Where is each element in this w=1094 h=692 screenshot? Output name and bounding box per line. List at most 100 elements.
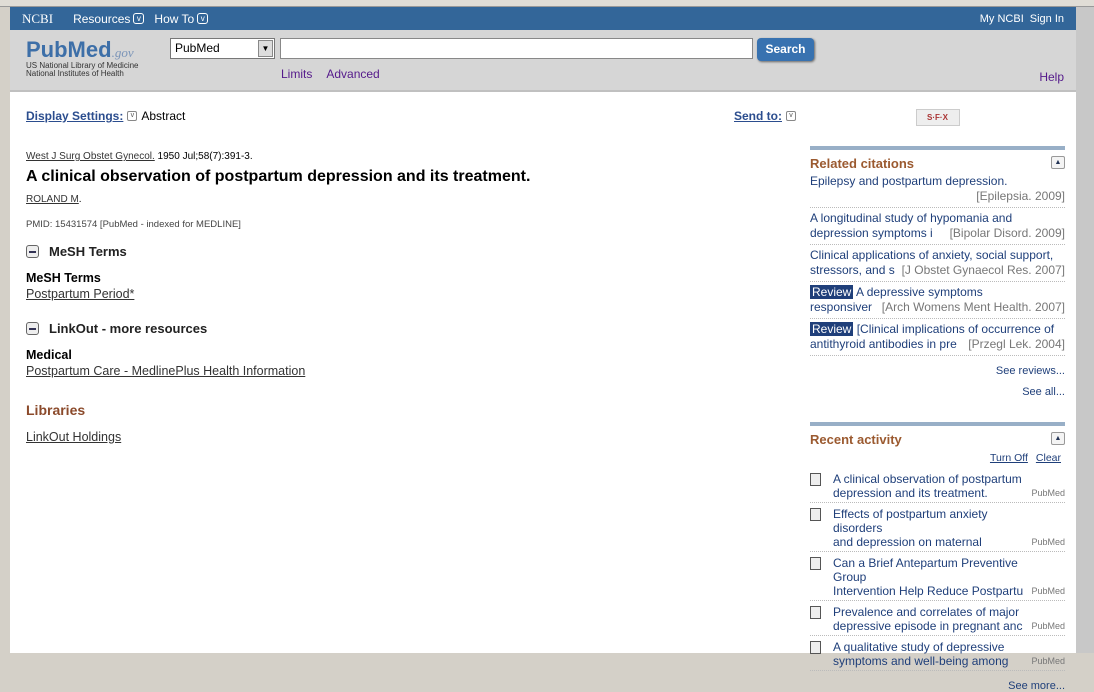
recent-title-line1[interactable]: Effects of postpartum anxiety disorders (833, 507, 988, 535)
citation-source: [Arch Womens Ment Health. 2007] (881, 300, 1065, 314)
citation-title-line2[interactable]: depression symptoms i (810, 226, 933, 240)
my-ncbi-link[interactable]: My NCBI (980, 13, 1024, 25)
search-header: PubMed.gov US National Library of Medici… (10, 30, 1076, 92)
recent-activity: Recent activity ▲ Turn Off Clear A clinic… (810, 422, 1065, 692)
citation-title-line1[interactable]: Clinical applications of anxiety, social… (810, 248, 1053, 262)
ncbi-logo[interactable]: NCBI (22, 11, 53, 27)
citation-title-line1[interactable]: A depressive symptoms (856, 285, 983, 299)
pubmed-logo[interactable]: PubMed.gov US National Library of Medici… (26, 37, 139, 79)
see-all-link[interactable]: See all... (810, 386, 1065, 398)
recent-title-line2[interactable]: symptoms and well-being among (833, 654, 1008, 668)
citation-title-line1[interactable]: [Clinical implications of occurrence of (857, 322, 1054, 336)
display-settings-link[interactable]: Display Settings: (26, 109, 123, 123)
citation-title-line2[interactable]: stressors, and s (810, 263, 895, 277)
document-icon (810, 606, 821, 619)
logo-gov: .gov (111, 45, 134, 60)
mesh-subheader: MeSH Terms (26, 271, 101, 285)
recent-title-line1[interactable]: A qualitative study of depressive (833, 640, 1004, 654)
recent-source: PubMed (1031, 656, 1065, 666)
article-title: A clinical observation of postpartum dep… (26, 168, 531, 185)
citation-title-line2[interactable]: responsiver (810, 300, 872, 314)
collapse-icon (26, 322, 39, 335)
database-value: PubMed (175, 41, 220, 55)
review-badge: Review (810, 322, 854, 336)
linkout-holdings-link[interactable]: LinkOut Holdings (26, 430, 796, 444)
limits-link[interactable]: Limits (281, 67, 312, 81)
related-citation[interactable]: Clinical applications of anxiety, social… (810, 245, 1065, 282)
database-select[interactable]: PubMed ▼ (170, 38, 275, 59)
recent-title-line1[interactable]: Prevalence and correlates of major (833, 605, 1019, 619)
citation-title-line1[interactable]: Epilepsy and postpartum depression. (810, 174, 1007, 188)
resources-menu[interactable]: Resources v (73, 12, 145, 26)
citation-source: [Bipolar Disord. 2009] (949, 226, 1065, 240)
recent-title-line2[interactable]: and depression on maternal (833, 535, 982, 549)
recent-title-line1[interactable]: Can a Brief Antepartum Preventive Group (833, 556, 1018, 584)
linkout-subheader: Medical (26, 348, 72, 362)
related-citation[interactable]: A longitudinal study of hypomania and dep… (810, 208, 1065, 245)
see-reviews-link[interactable]: See reviews... (810, 365, 1065, 377)
search-input[interactable] (280, 38, 753, 59)
sfx-button[interactable]: S·F·X (915, 109, 960, 126)
clear-link[interactable]: Clear (1036, 452, 1061, 464)
browser-edge (0, 0, 1094, 7)
org-line-2: National Institutes of Health (26, 69, 124, 78)
turn-off-link[interactable]: Turn Off (990, 452, 1028, 464)
journal-link[interactable]: West J Surg Obstet Gynecol. (26, 151, 155, 162)
recent-title-line2[interactable]: Intervention Help Reduce Postpartu (833, 584, 1023, 598)
citation-details: 1950 Jul;58(7):391-3. (154, 151, 253, 162)
advanced-link[interactable]: Advanced (326, 67, 379, 81)
recent-item[interactable]: Prevalence and correlates of major depres… (810, 601, 1065, 636)
related-citation[interactable]: Review [Clinical implications of occurre… (810, 319, 1065, 356)
recent-item[interactable]: A qualitative study of depressive symptom… (810, 636, 1065, 671)
scrollbar[interactable] (1076, 7, 1094, 653)
help-link[interactable]: Help (1039, 70, 1064, 84)
mesh-header: MeSH Terms (49, 244, 127, 259)
collapse-up-icon[interactable]: ▲ (1051, 432, 1065, 445)
related-citation[interactable]: Review A depressive symptoms responsiver [… (810, 282, 1065, 319)
recent-item[interactable]: Can a Brief Antepartum Preventive Group I… (810, 552, 1065, 601)
mesh-term-link[interactable]: Postpartum Period* (26, 287, 796, 301)
citation-title-line2[interactable]: antithyroid antibodies in pre (810, 337, 957, 351)
recent-title-line2[interactable]: depression and its treatment. (833, 486, 988, 500)
collapse-up-icon[interactable]: ▲ (1051, 156, 1065, 169)
document-icon (810, 641, 821, 654)
main-content: Display Settings: v Abstract Send to: v Wes… (26, 109, 796, 444)
sign-in-link[interactable]: Sign In (1030, 13, 1064, 25)
document-icon (810, 473, 821, 486)
mesh-section-toggle[interactable]: MeSH Terms (26, 244, 796, 259)
chevron-down-icon: v (197, 13, 209, 24)
recent-source: PubMed (1031, 621, 1065, 631)
related-citation[interactable]: Epilepsy and postpartum depression. [Epil… (810, 171, 1065, 208)
ncbi-nav-bar: NCBI Resources v How To v My NCBI Sign In (10, 7, 1076, 30)
collapse-icon (26, 245, 39, 258)
recent-source: PubMed (1031, 586, 1065, 596)
recent-source: PubMed (1031, 537, 1065, 547)
recent-title: Recent activity (810, 432, 902, 447)
display-format: Abstract (141, 109, 186, 123)
linkout-header: LinkOut - more resources (49, 321, 208, 336)
recent-title-line1[interactable]: A clinical observation of postpartum (833, 472, 1022, 486)
linkout-section-toggle[interactable]: LinkOut - more resources (26, 321, 796, 336)
howto-label: How To (154, 11, 195, 26)
recent-item[interactable]: A clinical observation of postpartum depr… (810, 468, 1065, 503)
howto-menu[interactable]: How To v (154, 11, 209, 26)
dropdown-arrow-icon: ▼ (258, 40, 273, 57)
send-to-link[interactable]: Send to: (734, 109, 782, 123)
see-more-link[interactable]: See more... (810, 680, 1065, 692)
search-button[interactable]: Search (757, 38, 814, 61)
chevron-down-icon[interactable]: v (786, 111, 796, 121)
citation-source: [Epilepsia. 2009] (976, 189, 1065, 203)
medlineplus-link[interactable]: Postpartum Care - MedlinePlus Health Inf… (26, 364, 796, 378)
document-icon (810, 557, 821, 570)
author-link[interactable]: ROLAND M (26, 194, 79, 205)
recent-source: PubMed (1031, 488, 1065, 498)
recent-title-line2[interactable]: depressive episode in pregnant anc (833, 619, 1022, 633)
chevron-down-icon[interactable]: v (127, 111, 138, 121)
related-citations: Related citations ▲ Epilepsy and postpar… (810, 146, 1065, 398)
document-icon (810, 508, 821, 521)
recent-item[interactable]: Effects of postpartum anxiety disorders a… (810, 503, 1065, 552)
chevron-down-icon: v (133, 13, 145, 24)
citation-title-line1[interactable]: A longitudinal study of hypomania and (810, 211, 1012, 225)
citation-source: [J Obstet Gynaecol Res. 2007] (901, 263, 1065, 277)
logo-text: PubMed (26, 37, 112, 62)
